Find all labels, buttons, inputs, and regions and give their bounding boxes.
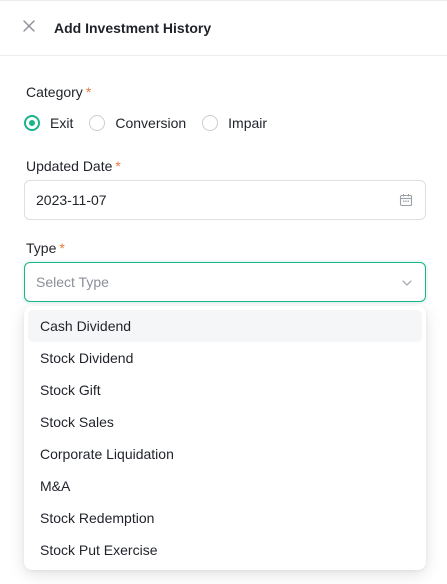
radio-circle-impair[interactable] xyxy=(202,115,219,131)
chevron-down-icon[interactable] xyxy=(400,276,414,290)
option-stock-dividend[interactable]: Stock Dividend xyxy=(28,342,422,374)
type-dropdown-menu: Cash Dividend Stock Dividend Stock Gift … xyxy=(24,306,426,570)
type-label-text: Type xyxy=(26,240,57,256)
option-stock-redemption[interactable]: Stock Redemption xyxy=(28,502,422,534)
radio-label-exit: Exit xyxy=(50,115,74,131)
required-mark: * xyxy=(85,84,92,100)
type-select-placeholder: Select Type xyxy=(36,274,109,290)
updated-date-label-text: Updated Date xyxy=(26,158,113,174)
option-cash-dividend[interactable]: Cash Dividend xyxy=(28,310,422,342)
category-label-text: Category xyxy=(26,84,83,100)
radio-exit[interactable]: Exit xyxy=(24,115,73,131)
category-label: Category * xyxy=(26,83,91,101)
option-corporate-liquidation[interactable]: Corporate Liquidation xyxy=(28,438,422,470)
option-stock-sales[interactable]: Stock Sales xyxy=(28,406,422,438)
calendar-icon[interactable] xyxy=(399,193,413,207)
category-radio-group: Exit Conversion Impair xyxy=(24,113,283,133)
type-select[interactable]: Select Type xyxy=(24,262,426,302)
updated-date-label: Updated Date * xyxy=(26,157,121,175)
option-m-and-a[interactable]: M&A xyxy=(28,470,422,502)
radio-impair[interactable]: Impair xyxy=(202,115,267,131)
panel-title: Add Investment History xyxy=(54,20,212,36)
required-mark: * xyxy=(115,158,121,174)
updated-date-value: 2023-11-07 xyxy=(36,192,107,208)
radio-label-impair: Impair xyxy=(228,115,268,131)
updated-date-field[interactable]: 2023-11-07 xyxy=(24,180,426,220)
required-mark: * xyxy=(59,240,65,256)
radio-label-conversion: Conversion xyxy=(115,115,187,131)
close-button[interactable] xyxy=(18,17,40,39)
option-stock-gift[interactable]: Stock Gift xyxy=(28,374,422,406)
radio-circle-conversion[interactable] xyxy=(89,115,106,131)
option-stock-put-exercise[interactable]: Stock Put Exercise xyxy=(28,534,422,566)
panel-header: Add Investment History xyxy=(0,1,447,56)
add-investment-history-panel: Add Investment History Category * Exit Co… xyxy=(0,0,447,584)
close-icon xyxy=(23,19,35,37)
type-label: Type * xyxy=(26,239,65,257)
radio-circle-exit[interactable] xyxy=(24,115,40,131)
radio-conversion[interactable]: Conversion xyxy=(89,115,186,131)
